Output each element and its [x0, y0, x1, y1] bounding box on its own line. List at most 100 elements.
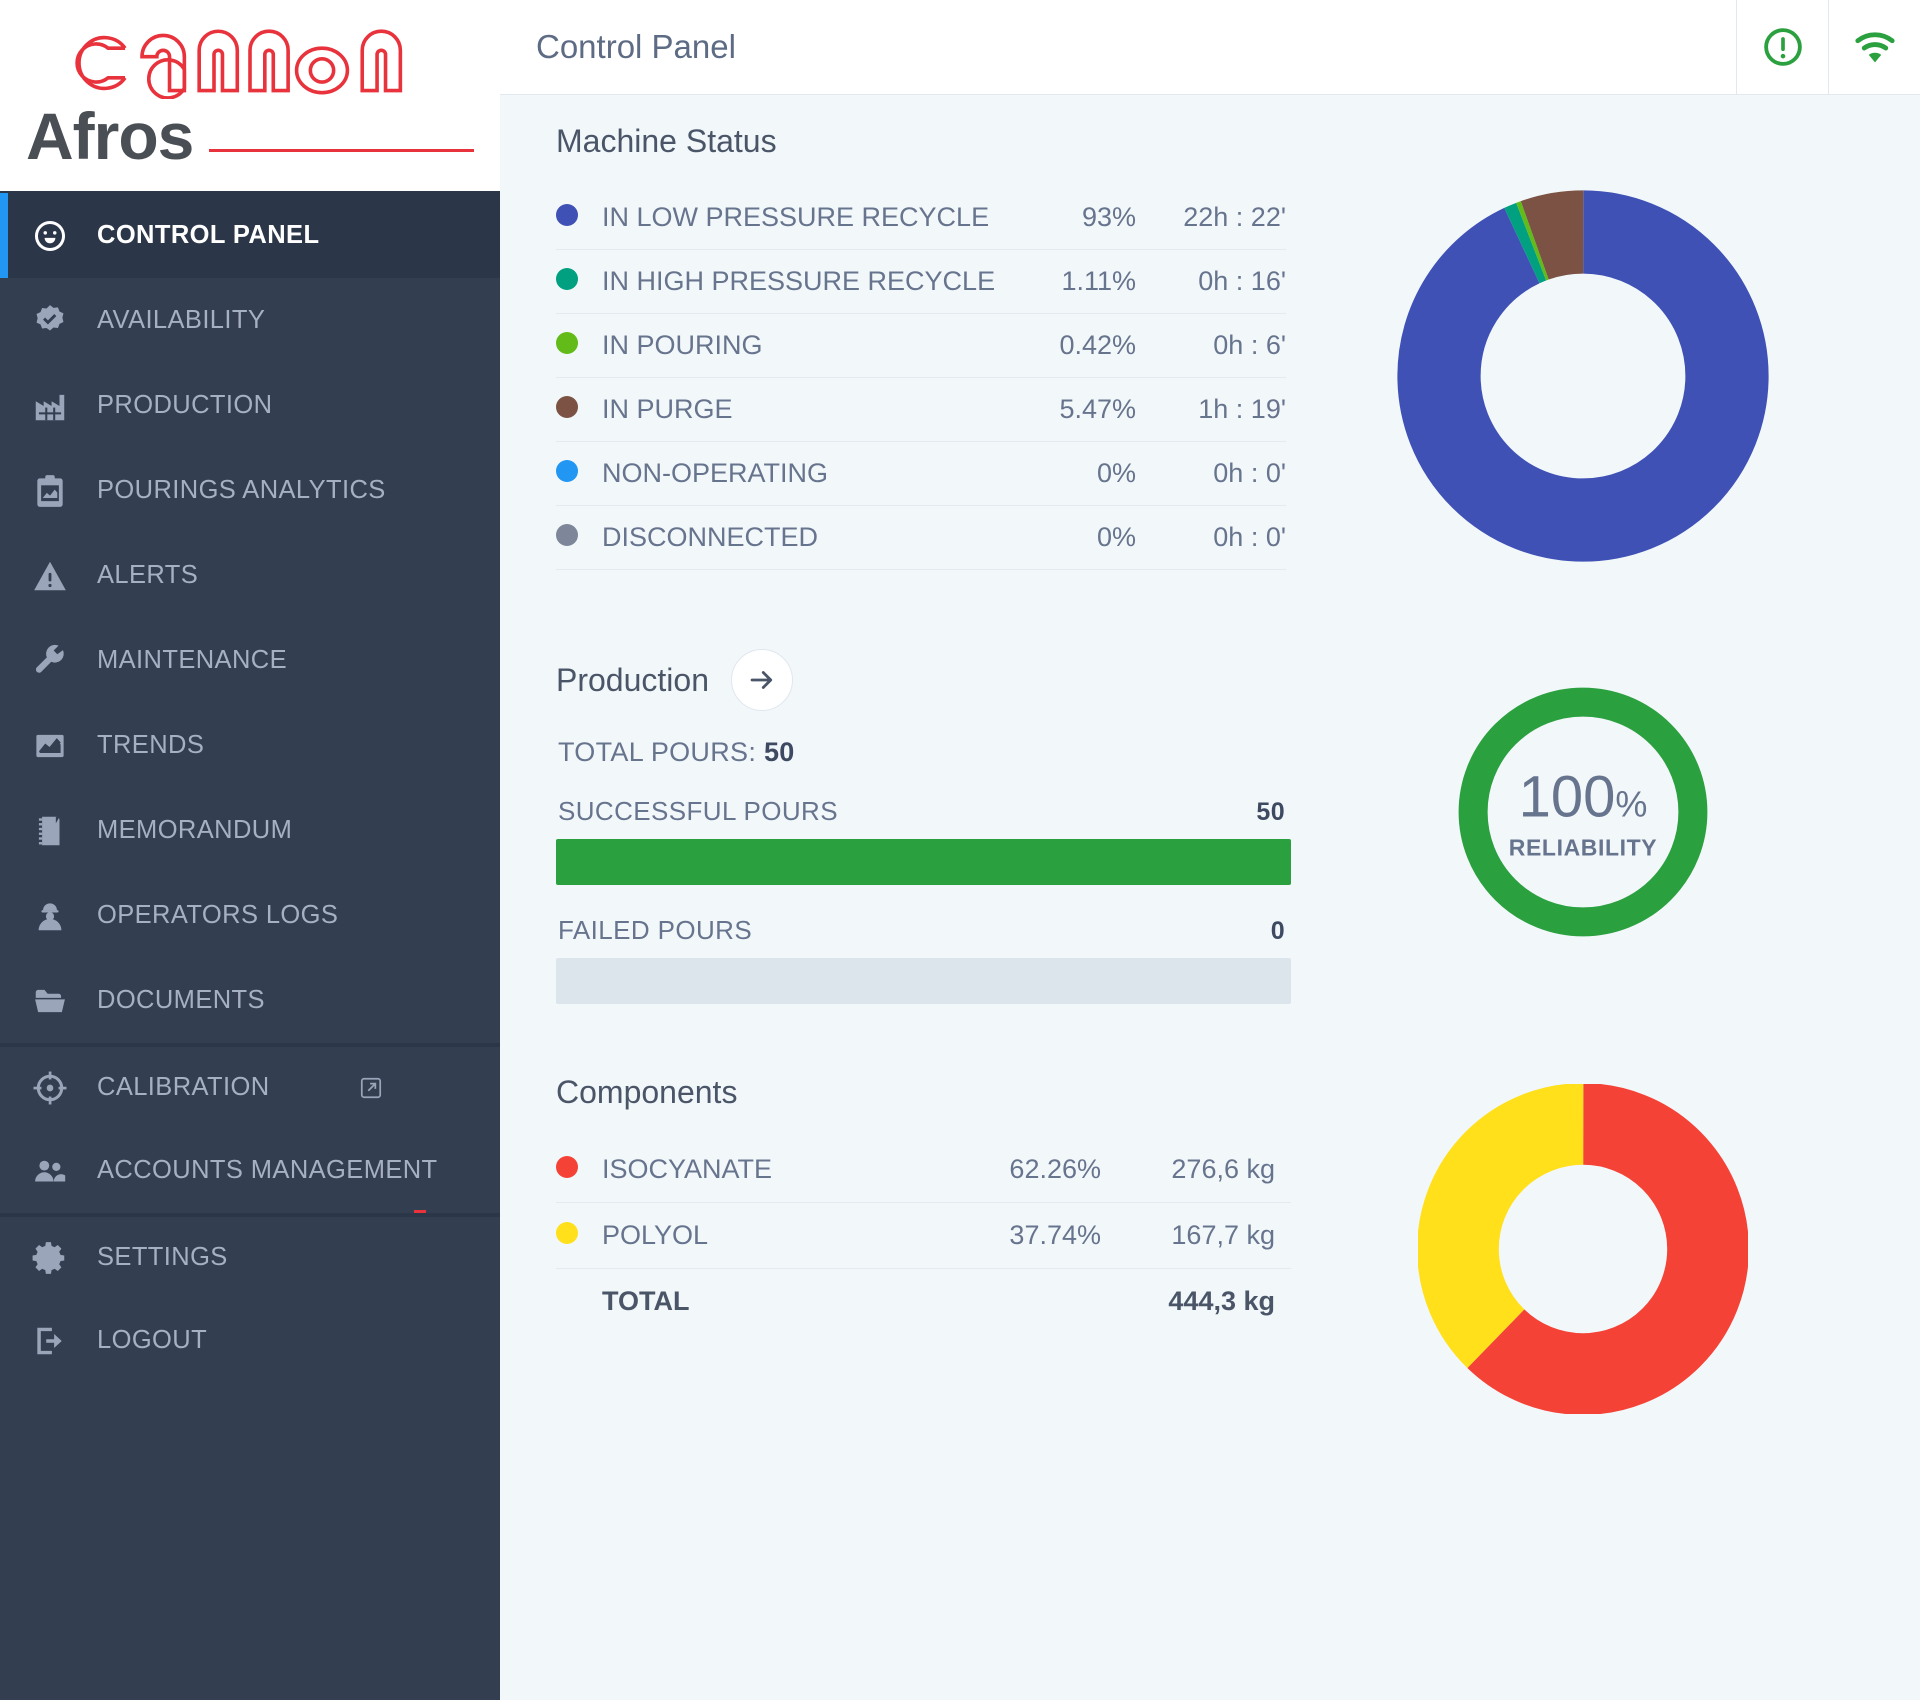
components-total-mass: 444,3 kg: [1168, 1286, 1275, 1316]
status-label: DISCONNECTED: [602, 505, 1006, 570]
failed-pours-bar-track: [556, 958, 1291, 1004]
crosshair-icon: [30, 1068, 70, 1108]
component-color-dot: [556, 1202, 602, 1269]
sidebar-item-accounts-management[interactable]: ACCOUNTS MANAGEMENT: [0, 1128, 500, 1213]
reliability-value: 100%: [1438, 768, 1728, 826]
sidebar-item-label: CONTROL PANEL: [97, 221, 320, 249]
status-label: IN LOW PRESSURE RECYCLE: [602, 186, 1006, 250]
sidebar-item-pourings-analytics[interactable]: POURINGS ANALYTICS: [0, 448, 500, 533]
page-title: Control Panel: [536, 28, 736, 65]
component-percent: 62.26%: [901, 1137, 1101, 1203]
total-pours-label: TOTAL POURS:: [558, 737, 757, 767]
top-bar: Control Panel: [500, 0, 1920, 95]
sidebar-item-logout[interactable]: LOGOUT: [0, 1298, 500, 1383]
status-time: 22h : 22': [1136, 186, 1286, 250]
status-percent: 0%: [1006, 505, 1136, 570]
status-percent: 0.42%: [1006, 313, 1136, 378]
sidebar-item-trends[interactable]: TRENDS: [0, 703, 500, 788]
reliability-gauge: 100% RELIABILITY: [1438, 667, 1728, 962]
main-area: Control Panel Machine Status IN LOW PRES…: [500, 0, 1920, 1700]
status-label: IN HIGH PRESSURE RECYCLE: [602, 249, 1006, 314]
component-color-dot: [556, 1137, 602, 1203]
component-row: ISOCYANATE 62.26% 276,6 kg: [556, 1137, 1291, 1203]
components-chart-area: [1286, 1074, 1880, 1419]
sidebar-item-label: MEMORANDUM: [97, 816, 293, 844]
successful-pours-bar-track: [556, 839, 1291, 885]
failed-pours-value: 0: [1270, 917, 1285, 945]
sidebar-nav: CONTROL PANEL AVAILABILITY PRODUCTION POURI…: [0, 193, 500, 1700]
sidebar-item-documents[interactable]: DOCUMENTS: [0, 958, 500, 1043]
status-percent: 0%: [1006, 441, 1136, 506]
sidebar-item-calibration[interactable]: CALIBRATION: [0, 1043, 500, 1128]
notebook-icon: [30, 811, 70, 851]
sidebar-item-label: TRENDS: [97, 731, 205, 759]
sidebar-item-label: ALERTS: [97, 561, 199, 589]
component-mass: 276,6 kg: [1101, 1137, 1291, 1203]
reliability-label: RELIABILITY: [1508, 834, 1658, 860]
logout-icon: [30, 1321, 70, 1361]
sidebar-item-label: PRODUCTION: [97, 391, 273, 419]
clipboard-chart-icon: [30, 471, 70, 511]
sidebar-item-label: AVAILABILITY: [97, 306, 266, 334]
successful-pours-bar-fill: [556, 839, 1291, 885]
reliability-suffix: %: [1615, 783, 1648, 824]
reliability-chart-area: 100% RELIABILITY: [1286, 649, 1880, 1034]
component-label: POLYOL: [602, 1202, 901, 1269]
warning-triangle-icon: [30, 556, 70, 596]
successful-pours-label: SUCCESSFUL POURS: [558, 796, 838, 826]
arrow-right-icon: [750, 671, 773, 689]
status-label: IN PURGE: [602, 377, 1006, 442]
sidebar-item-label: SETTINGS: [97, 1243, 228, 1271]
component-label: ISOCYANATE: [602, 1137, 901, 1203]
sidebar-item-maintenance[interactable]: MAINTENANCE: [0, 618, 500, 703]
sidebar-item-production[interactable]: PRODUCTION: [0, 363, 500, 448]
sidebar-item-availability[interactable]: AVAILABILITY: [0, 278, 500, 363]
machine-status-table: IN LOW PRESSURE RECYCLE 93% 22h : 22' IN HI…: [556, 186, 1286, 570]
people-icon: [30, 1151, 70, 1191]
component-row: POLYOL 37.74% 167,7 kg: [556, 1202, 1291, 1269]
alert-status-button[interactable]: [1736, 0, 1828, 95]
machine-status-row: DISCONNECTED 0% 0h : 0': [556, 505, 1286, 570]
status-time: 1h : 19': [1136, 377, 1286, 442]
sidebar-item-operators-logs[interactable]: OPERATORS LOGS: [0, 873, 500, 958]
brand-underline: [209, 148, 474, 152]
production-detail-button[interactable]: [730, 649, 793, 711]
failed-pours-block: FAILED POURS 0: [556, 915, 1291, 1004]
machine-status-chart-area: [1286, 186, 1880, 571]
sidebar-item-settings[interactable]: SETTINGS: [0, 1213, 500, 1298]
sidebar-item-label: CALIBRATION: [97, 1073, 270, 1101]
total-pours-line: TOTAL POURS: 50: [558, 737, 1286, 768]
status-color-dot: [556, 377, 602, 442]
sidebar-item-alerts[interactable]: ALERTS: [0, 533, 500, 618]
production-header: Production: [556, 649, 1286, 711]
external-link-icon[interactable]: [358, 1075, 384, 1101]
badge-check-icon: [30, 301, 70, 341]
machine-status-donut: [1393, 186, 1773, 571]
status-color-dot: [556, 186, 602, 250]
component-mass: 167,7 kg: [1101, 1202, 1291, 1269]
status-color-dot: [556, 249, 602, 314]
cannon-logo: [75, 29, 403, 100]
brand-block: Afros: [0, 0, 500, 193]
machine-status-row: IN LOW PRESSURE RECYCLE 93% 22h : 22': [556, 186, 1286, 250]
worker-icon: [30, 896, 70, 936]
sidebar-item-control-panel[interactable]: CONTROL PANEL: [0, 193, 500, 278]
line-chart-icon: [30, 726, 70, 766]
sidebar-item-label: ACCOUNTS MANAGEMENT: [97, 1156, 438, 1184]
machine-status-section: IN LOW PRESSURE RECYCLE 93% 22h : 22' IN HI…: [556, 186, 1880, 571]
successful-pours-block: SUCCESSFUL POURS 50: [556, 796, 1291, 885]
dashboard-content: Machine Status IN LOW PRESSURE RECYCLE 93…: [500, 95, 1920, 1700]
sidebar-item-label: DOCUMENTS: [97, 986, 265, 1014]
connection-status-button[interactable]: [1828, 0, 1920, 95]
gear-icon: [30, 1238, 70, 1278]
status-time: 0h : 16': [1136, 249, 1286, 314]
sidebar: Afros CONTROL PANEL AVAILABILITY PRODUCTIO…: [0, 0, 500, 1700]
sidebar-item-memorandum[interactable]: MEMORANDUM: [0, 788, 500, 873]
status-label: IN POURING: [602, 313, 1006, 378]
wrench-icon: [30, 641, 70, 681]
app-root: Afros CONTROL PANEL AVAILABILITY PRODUCTIO…: [0, 0, 1920, 1700]
status-color-dot: [556, 505, 602, 570]
status-time: 0h : 6': [1136, 313, 1286, 378]
production-section: Production TOTAL POURS: 50 SUCCESSFUL PO…: [556, 649, 1880, 1034]
factory-icon: [30, 386, 70, 426]
